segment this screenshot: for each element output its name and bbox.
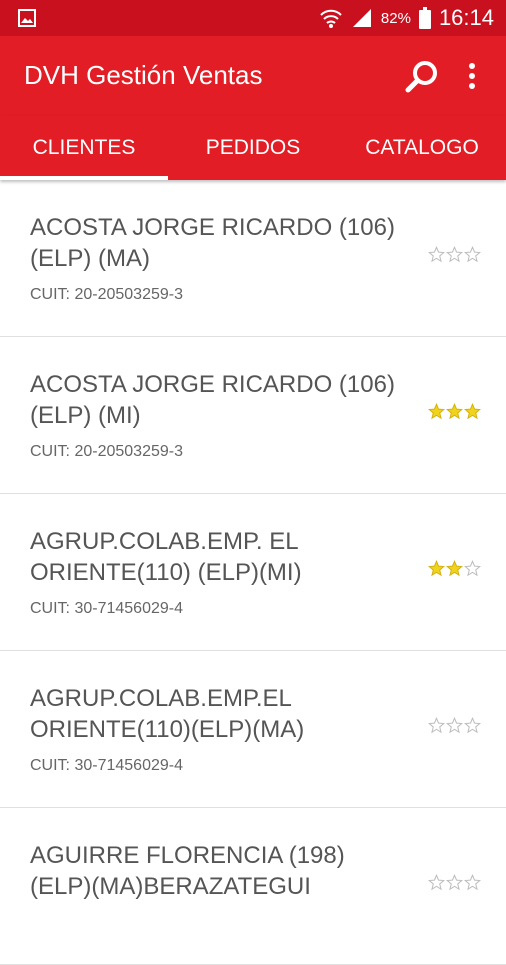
star-outline-icon (428, 717, 445, 734)
client-cuit: CUIT: 20-20503259-3 (30, 286, 183, 303)
app-bar: DVH Gestión Ventas (0, 36, 506, 116)
rating-stars[interactable] (428, 560, 481, 577)
rating-stars[interactable] (428, 874, 481, 891)
client-row[interactable]: ACOSTA JORGE RICARDO (106) (ELP) (MA) CU… (0, 180, 506, 337)
star-outline-icon (446, 874, 463, 891)
star-outline-icon (464, 560, 481, 577)
star-filled-icon (428, 403, 445, 420)
client-cuit: CUIT: 30-71456029-4 (30, 757, 183, 774)
client-row[interactable]: ACOSTA JORGE RICARDO (106) (ELP) (MI) CU… (0, 337, 506, 494)
search-icon[interactable] (404, 58, 440, 94)
client-name: AGUIRRE FLORENCIA (198) (ELP)(MA)BERAZAT… (30, 842, 345, 900)
gallery-icon (18, 9, 36, 27)
star-filled-icon (446, 403, 463, 420)
client-list: ACOSTA JORGE RICARDO (106) (ELP) (MA) CU… (0, 180, 506, 965)
client-cuit: CUIT: 30-71456029-4 (30, 600, 183, 617)
client-name: ACOSTA JORGE RICARDO (106) (ELP) (MA) (30, 214, 395, 272)
client-name: AGRUP.COLAB.EMP. EL ORIENTE(110) (ELP)(M… (30, 528, 302, 586)
signal-icon (352, 9, 371, 27)
star-filled-icon (446, 560, 463, 577)
star-filled-icon (428, 560, 445, 577)
star-outline-icon (446, 246, 463, 263)
star-outline-icon (428, 246, 445, 263)
battery-percent: 82% (380, 9, 411, 27)
status-bar: 82% 16:14 (0, 0, 506, 36)
tab-catalogo[interactable]: CATALOGO (338, 116, 506, 180)
app-title: DVH Gestión Ventas (24, 60, 263, 90)
tab-pedidos[interactable]: PEDIDOS (168, 116, 338, 180)
star-outline-icon (464, 246, 481, 263)
more-vert-icon[interactable] (460, 58, 484, 94)
rating-stars[interactable] (428, 717, 481, 734)
rating-stars[interactable] (428, 246, 481, 263)
rating-stars[interactable] (428, 403, 481, 420)
tab-clientes[interactable]: CLIENTES (0, 116, 168, 180)
tab-bar: CLIENTES PEDIDOS CATALOGO (0, 116, 506, 180)
client-name: ACOSTA JORGE RICARDO (106) (ELP) (MI) (30, 371, 395, 429)
star-filled-icon (464, 403, 481, 420)
star-outline-icon (446, 717, 463, 734)
star-outline-icon (428, 874, 445, 891)
client-name: AGRUP.COLAB.EMP.EL ORIENTE(110)(ELP)(MA) (30, 685, 305, 743)
client-row[interactable]: AGRUP.COLAB.EMP. EL ORIENTE(110) (ELP)(M… (0, 494, 506, 651)
battery-icon (418, 7, 431, 29)
star-outline-icon (464, 874, 481, 891)
client-row[interactable]: AGRUP.COLAB.EMP.EL ORIENTE(110)(ELP)(MA)… (0, 651, 506, 808)
wifi-icon (320, 9, 342, 28)
star-outline-icon (464, 717, 481, 734)
client-cuit: CUIT: 20-20503259-3 (30, 443, 183, 460)
client-row[interactable]: AGUIRRE FLORENCIA (198) (ELP)(MA)BERAZAT… (0, 808, 506, 965)
clock: 16:14 (438, 5, 494, 30)
